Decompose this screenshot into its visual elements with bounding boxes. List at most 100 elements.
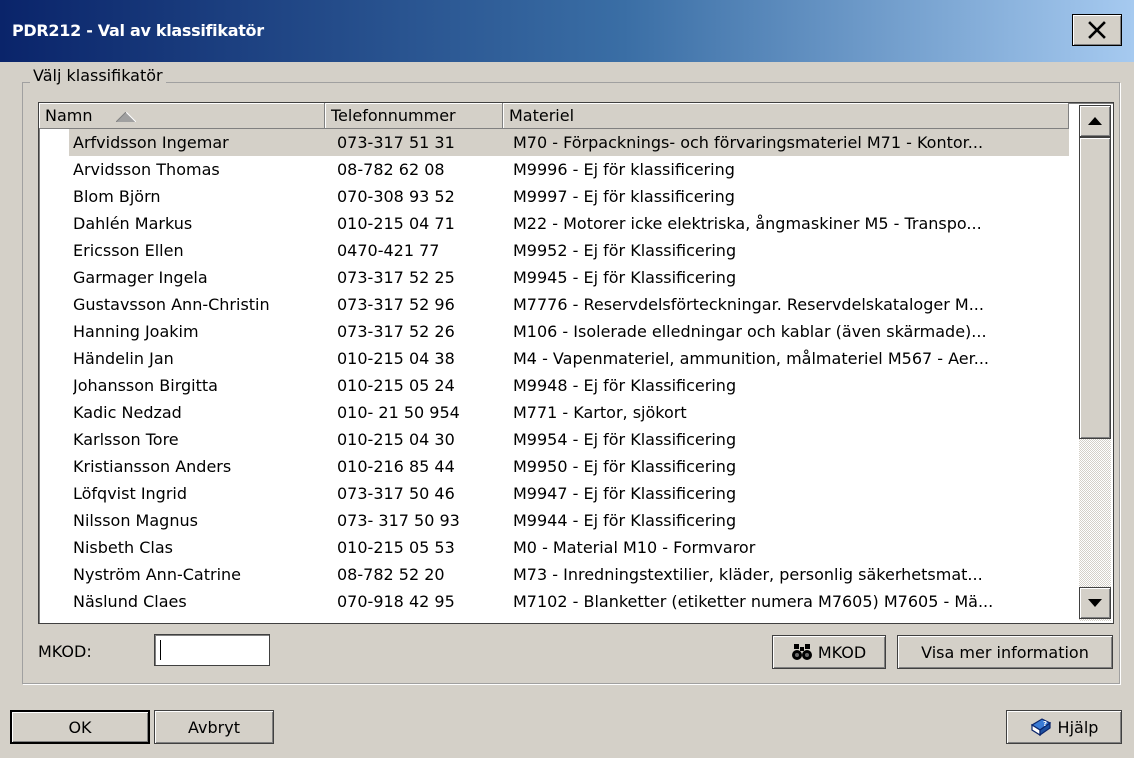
ok-button[interactable]: OK xyxy=(10,710,150,744)
cell-phone: 010-215 04 38 xyxy=(337,349,455,368)
table-row[interactable]: Karlsson Tore 010-215 04 30 M9954 - Ej för… xyxy=(39,426,1069,453)
classifier-list[interactable]: Namn Telefonnummer Materiel Arfvidsson I… xyxy=(38,102,1114,624)
cell-name: Arfvidsson Ingemar xyxy=(73,133,229,152)
cell-name: Löfqvist Ingrid xyxy=(73,484,188,503)
help-button-label: Hjälp xyxy=(1057,717,1099,737)
cell-material: M106 - Isolerade elledningar och kablar … xyxy=(513,322,987,341)
table-row[interactable]: Nilsson Magnus 073- 317 50 93 M9944 - Ej f… xyxy=(39,507,1069,534)
window-title: PDR212 - Val av klassifikatör xyxy=(12,21,264,40)
cell-phone: 08-782 52 20 xyxy=(337,565,445,584)
arrow-down-icon xyxy=(1088,599,1102,607)
cell-material: M9948 - Ej för Klassificering xyxy=(513,376,737,395)
cell-material: M9947 - Ej för Klassificering xyxy=(513,484,737,503)
cell-name: Johansson Birgitta xyxy=(73,376,218,395)
table-row[interactable]: Arfvidsson Ingemar 073-317 51 31 M70 - För… xyxy=(39,129,1069,156)
cell-phone: 070-308 93 52 xyxy=(337,187,455,206)
list-rows: Arfvidsson Ingemar 073-317 51 31 M70 - För… xyxy=(39,129,1069,623)
sort-ascending-icon xyxy=(115,104,136,130)
cell-phone: 073-317 51 31 xyxy=(337,133,455,152)
mkod-search-button[interactable]: MKOD xyxy=(772,635,886,669)
cell-name: Näslund Claes xyxy=(73,592,187,611)
binoculars-icon xyxy=(791,644,812,660)
title-bar: PDR212 - Val av klassifikatör xyxy=(0,0,1134,62)
text-caret xyxy=(160,640,161,660)
table-row[interactable]: Nyström Ann-Catrine 08-782 52 20 M73 - Inr… xyxy=(39,561,1069,588)
cancel-button-label: Avbryt xyxy=(188,717,240,737)
cell-phone: 010-215 05 24 xyxy=(337,376,455,395)
cell-phone: 08-782 62 08 xyxy=(337,160,445,179)
cell-name: Karlsson Tore xyxy=(73,430,179,449)
cell-material: M0 - Material M10 - Formvaror xyxy=(513,538,756,557)
scrollbar-thumb[interactable] xyxy=(1079,137,1111,439)
table-row[interactable]: Kadic Nedzad 010- 21 50 954 M771 - Kartor,… xyxy=(39,399,1069,426)
cell-phone: 010-215 04 30 xyxy=(337,430,455,449)
table-row[interactable]: Kristiansson Anders 010-216 85 44 M9950 - … xyxy=(39,453,1069,480)
cell-material: M9950 - Ej för Klassificering xyxy=(513,457,737,476)
column-header-name[interactable]: Namn xyxy=(39,103,325,129)
mkod-label: MKOD: xyxy=(38,642,92,661)
table-row[interactable]: Näslund Claes 070-918 42 95 M7102 - Blanke… xyxy=(39,588,1069,615)
cell-name: Kadic Nedzad xyxy=(73,403,182,422)
cell-name: Nilsson Magnus xyxy=(73,511,198,530)
cell-phone: 070-918 42 95 xyxy=(337,592,455,611)
table-row[interactable]: Arvidsson Thomas 08-782 62 08 M9996 - Ej f… xyxy=(39,156,1069,183)
ok-button-label: OK xyxy=(68,717,92,737)
cell-name: Ericsson Ellen xyxy=(73,241,184,260)
help-book-icon: ? xyxy=(1030,717,1052,737)
cell-material: M9997 - Ej för klassificering xyxy=(513,187,735,206)
cell-phone: 010-215 04 71 xyxy=(337,214,455,233)
table-row[interactable]: Johansson Birgitta 010-215 05 24 M9948 - E… xyxy=(39,372,1069,399)
cell-phone: 073-317 52 25 xyxy=(337,268,455,287)
cell-material: M4 - Vapenmateriel, ammunition, målmater… xyxy=(513,349,989,368)
cell-material: M70 - Förpacknings- och förvaringsmateri… xyxy=(513,133,984,152)
cell-material: M73 - Inredningstextilier, kläder, perso… xyxy=(513,565,983,584)
cancel-button[interactable]: Avbryt xyxy=(154,710,274,744)
table-row[interactable]: Garmager Ingela 073-317 52 25 M9945 - Ej f… xyxy=(39,264,1069,291)
cell-material: M771 - Kartor, sjökort xyxy=(513,403,687,422)
table-row[interactable]: Löfqvist Ingrid 073-317 50 46 M9947 - Ej f… xyxy=(39,480,1069,507)
scroll-up-button[interactable] xyxy=(1079,105,1111,137)
scroll-down-button[interactable] xyxy=(1079,587,1111,619)
cell-name: Blom Björn xyxy=(73,187,161,206)
cell-phone: 010-216 85 44 xyxy=(337,457,455,476)
cell-name: Arvidsson Thomas xyxy=(73,160,220,179)
table-row[interactable]: Dahlén Markus 010-215 04 71 M22 - Motorer … xyxy=(39,210,1069,237)
close-button[interactable] xyxy=(1072,14,1122,46)
table-row[interactable]: Ericsson Ellen 0470-421 77 M9952 - Ej för … xyxy=(39,237,1069,264)
cell-material: M7102 - Blanketter (etiketter numera M76… xyxy=(513,592,994,611)
cell-phone: 073-317 52 96 xyxy=(337,295,455,314)
table-row[interactable]: Nisbeth Clas 010-215 05 53 M0 - Material M… xyxy=(39,534,1069,561)
cell-phone: 073-317 50 46 xyxy=(337,484,455,503)
close-icon xyxy=(1088,21,1106,39)
table-row[interactable]: Händelin Jan 010-215 04 38 M4 - Vapenmater… xyxy=(39,345,1069,372)
cell-material: M9996 - Ej för klassificering xyxy=(513,160,735,179)
cell-material: M9952 - Ej för Klassificering xyxy=(513,241,737,260)
vertical-scrollbar[interactable] xyxy=(1079,105,1111,621)
cell-phone: 010-215 05 53 xyxy=(337,538,455,557)
cell-name: Gustavsson Ann-Christin xyxy=(73,295,270,314)
more-info-button-label: Visa mer information xyxy=(921,642,1089,662)
cell-material: M7776 - Reservdelsförteckningar. Reservd… xyxy=(513,295,984,314)
table-row[interactable]: Gustavsson Ann-Christin 073-317 52 96 M777… xyxy=(39,291,1069,318)
cell-material: M9945 - Ej för Klassificering xyxy=(513,268,737,287)
mkod-search-button-label: MKOD xyxy=(817,642,867,662)
help-button[interactable]: ? Hjälp xyxy=(1006,710,1122,744)
more-info-button[interactable]: Visa mer information xyxy=(897,635,1113,669)
cell-phone: 073- 317 50 93 xyxy=(337,511,460,530)
table-row[interactable]: Blom Björn 070-308 93 52 M9997 - Ej för kl… xyxy=(39,183,1069,210)
mkod-input[interactable] xyxy=(154,634,270,666)
column-header-phone[interactable]: Telefonnummer xyxy=(325,103,503,129)
list-header: Namn Telefonnummer Materiel xyxy=(39,103,1069,129)
column-header-material[interactable]: Materiel xyxy=(503,103,1069,129)
column-header-phone-label: Telefonnummer xyxy=(331,106,456,125)
cell-name: Dahlén Markus xyxy=(73,214,193,233)
cell-phone: 073-317 52 26 xyxy=(337,322,455,341)
cell-name: Händelin Jan xyxy=(73,349,174,368)
svg-text:?: ? xyxy=(1043,720,1047,728)
column-header-name-label: Namn xyxy=(45,106,93,125)
cell-phone: 0470-421 77 xyxy=(337,241,440,260)
cell-phone: 010- 21 50 954 xyxy=(337,403,460,422)
table-row[interactable]: Hanning Joakim 073-317 52 26 M106 - Isoler… xyxy=(39,318,1069,345)
cell-material: M22 - Motorer icke elektriska, ångmaskin… xyxy=(513,214,982,233)
cell-name: Hanning Joakim xyxy=(73,322,199,341)
